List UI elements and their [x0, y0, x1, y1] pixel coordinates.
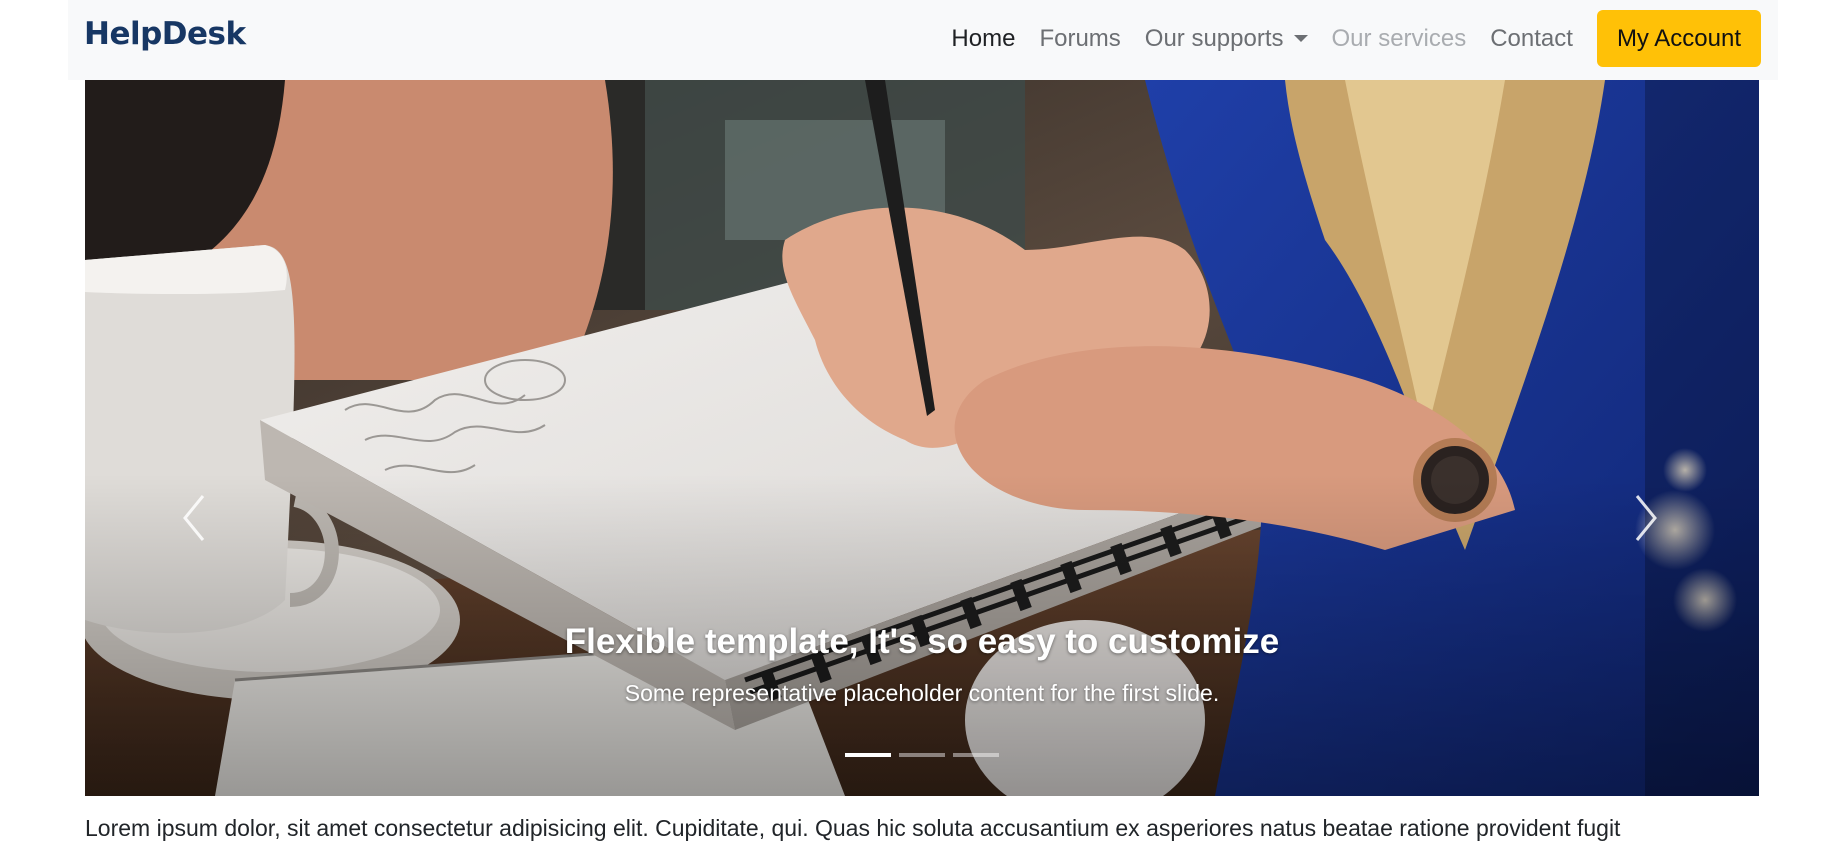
slide-title: Flexible template, It's so easy to custo…	[564, 622, 1280, 661]
my-account-button[interactable]: My Account	[1596, 10, 1761, 67]
chevron-right-icon[interactable]	[1625, 488, 1665, 548]
nav-contact-link[interactable]: Contact	[1478, 25, 1585, 53]
nav-supports-dropdown[interactable]: Our supports	[1133, 25, 1320, 53]
carousel-indicator-1[interactable]	[845, 753, 891, 757]
navbar: HelpDesk Home Forums Our supports Our se…	[68, 0, 1778, 80]
carousel-indicators	[85, 753, 1759, 757]
carousel-indicator-2[interactable]	[899, 753, 945, 757]
nav-supports-label: Our supports	[1144, 24, 1284, 52]
nav-links: Home Forums Our supports Our services Co…	[939, 10, 1761, 67]
intro-paragraph: Lorem ipsum dolor, sit amet consectetur …	[85, 815, 1621, 841]
slide-text: Some representative placeholder content …	[624, 680, 1220, 706]
nav-forums-link[interactable]: Forums	[1027, 25, 1132, 53]
page: HelpDesk Home Forums Our supports Our se…	[0, 0, 1828, 841]
brand-logo[interactable]: HelpDesk	[84, 16, 246, 52]
nav-home-link[interactable]: Home	[939, 25, 1027, 53]
chevron-left-icon[interactable]	[175, 488, 215, 548]
nav-services-link: Our services	[1331, 24, 1467, 52]
hero-carousel: Flexible template, It's so easy to custo…	[85, 80, 1759, 796]
caret-down-icon	[1293, 35, 1308, 42]
carousel-indicator-3[interactable]	[953, 753, 999, 757]
